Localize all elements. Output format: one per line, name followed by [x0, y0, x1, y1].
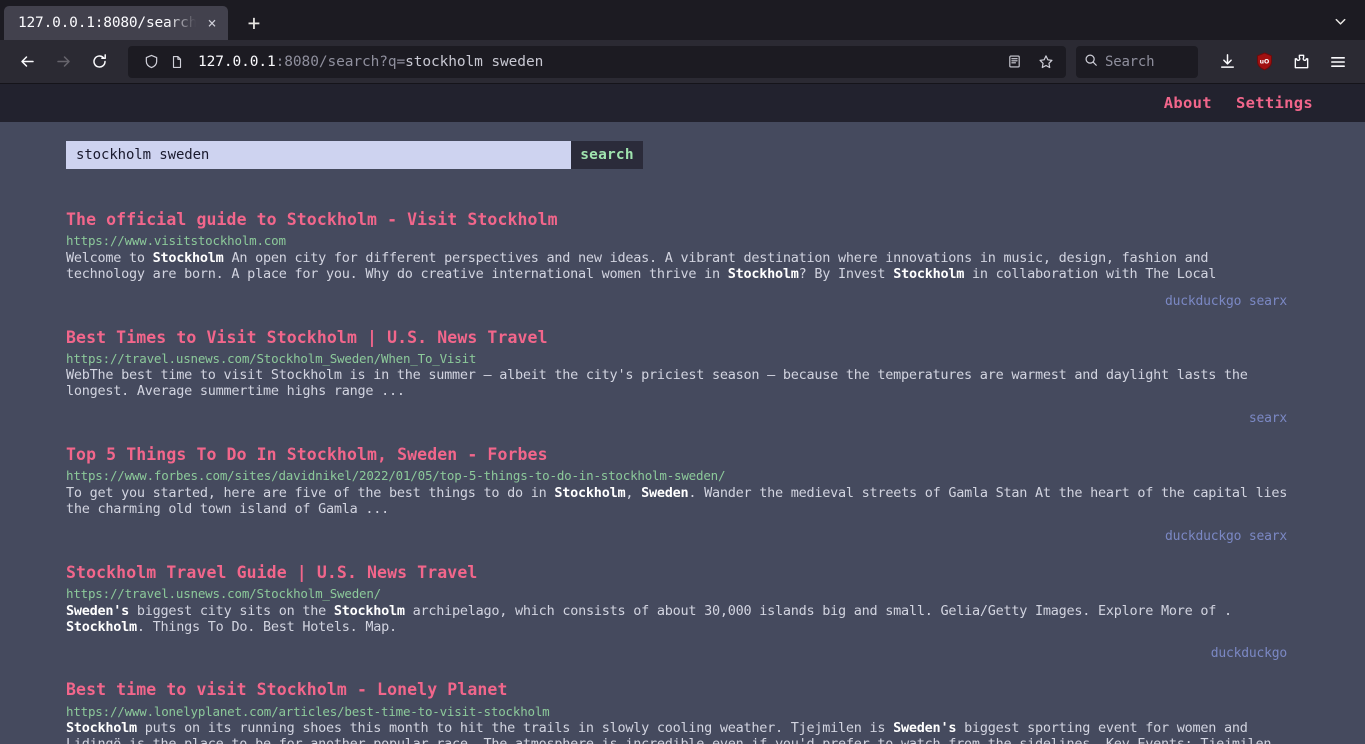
- result-snippet: To get you started, here are five of the…: [66, 484, 1288, 517]
- back-arrow-icon[interactable]: [10, 46, 44, 78]
- search-button[interactable]: search: [571, 141, 643, 169]
- result-item: Best time to visit Stockholm - Lonely Pl…: [0, 679, 1365, 744]
- result-snippet: Welcome to Stockholm An open city for di…: [66, 249, 1217, 282]
- page-info-icon[interactable]: [166, 51, 188, 73]
- downloads-icon[interactable]: [1210, 46, 1244, 78]
- reload-icon[interactable]: [82, 46, 116, 78]
- svg-text:uO: uO: [1259, 58, 1269, 65]
- result-title-link[interactable]: Best Times to Visit Stockholm | U.S. New…: [66, 327, 1299, 349]
- navigation-toolbar: 127.0.0.1:8080/search?q=stockholm sweden…: [0, 40, 1365, 84]
- page-header: About Settings: [0, 84, 1365, 122]
- browser-search-placeholder: Search: [1105, 53, 1155, 70]
- browser-chrome: 127.0.0.1:8080/search × + 127.0.0.1:8080…: [0, 0, 1365, 84]
- search-icon: [1084, 52, 1098, 71]
- result-snippet: Sweden's biggest city sits on the Stockh…: [66, 602, 1232, 635]
- result-engine-tags: duckduckgo: [1210, 646, 1287, 662]
- reader-mode-icon[interactable]: [1000, 48, 1028, 76]
- result-item: Stockholm Travel Guide | U.S. News Trave…: [0, 562, 1365, 663]
- settings-link[interactable]: Settings: [1236, 94, 1313, 112]
- result-url: https://travel.usnews.com/Stockholm_Swed…: [66, 350, 477, 366]
- chevron-down-icon[interactable]: [1323, 5, 1357, 37]
- search-form: search: [66, 141, 643, 169]
- result-item: Best Times to Visit Stockholm | U.S. New…: [0, 327, 1365, 428]
- result-item: The official guide to Stockholm - Visit …: [0, 209, 1365, 310]
- close-icon[interactable]: ×: [202, 13, 222, 33]
- forward-arrow-icon: [46, 46, 80, 78]
- result-url: https://travel.usnews.com/Stockholm_Swed…: [66, 586, 382, 602]
- result-title-link[interactable]: Stockholm Travel Guide | U.S. News Trave…: [66, 562, 1299, 584]
- result-engine-tags: duckduckgo searx: [1164, 293, 1287, 309]
- result-title-link[interactable]: Top 5 Things To Do In Stockholm, Sweden …: [66, 444, 1299, 466]
- browser-tab[interactable]: 127.0.0.1:8080/search ×: [4, 6, 228, 40]
- url-text: 127.0.0.1:8080/search?q=stockholm sweden: [198, 53, 544, 70]
- result-title-link[interactable]: The official guide to Stockholm - Visit …: [66, 209, 1299, 231]
- tracking-protection-shield-icon[interactable]: [140, 51, 162, 73]
- result-engine-tags: duckduckgo searx: [1164, 528, 1287, 544]
- tab-strip: 127.0.0.1:8080/search × +: [0, 0, 1365, 40]
- search-results-page: search The official guide to Stockholm -…: [0, 122, 1365, 744]
- extensions-icon[interactable]: [1284, 46, 1318, 78]
- ublock-origin-icon[interactable]: uO: [1247, 46, 1281, 78]
- hamburger-menu-icon[interactable]: [1321, 46, 1355, 78]
- bookmark-star-icon[interactable]: [1032, 48, 1060, 76]
- toolbar-right-actions: uO: [1210, 46, 1355, 78]
- new-tab-icon[interactable]: +: [238, 7, 270, 39]
- search-input[interactable]: [66, 141, 571, 169]
- result-title-link[interactable]: Best time to visit Stockholm - Lonely Pl…: [66, 679, 1299, 701]
- result-snippet: WebThe best time to visit Stockholm is i…: [66, 367, 1248, 400]
- result-snippet: Stockholm puts on its running shoes this…: [66, 720, 1279, 744]
- result-url: https://www.forbes.com/sites/davidnikel/…: [66, 468, 726, 484]
- url-bar[interactable]: 127.0.0.1:8080/search?q=stockholm sweden: [128, 45, 1066, 78]
- results-list: The official guide to Stockholm - Visit …: [0, 209, 1365, 744]
- result-item: Top 5 Things To Do In Stockholm, Sweden …: [0, 444, 1365, 545]
- tab-title: 127.0.0.1:8080/search: [18, 15, 196, 31]
- browser-search-box[interactable]: Search: [1076, 45, 1198, 78]
- result-url: https://www.visitstockholm.com: [66, 233, 286, 249]
- about-link[interactable]: About: [1164, 94, 1212, 112]
- result-engine-tags: searx: [1248, 411, 1287, 427]
- result-url: https://www.lonelyplanet.com/articles/be…: [66, 703, 550, 719]
